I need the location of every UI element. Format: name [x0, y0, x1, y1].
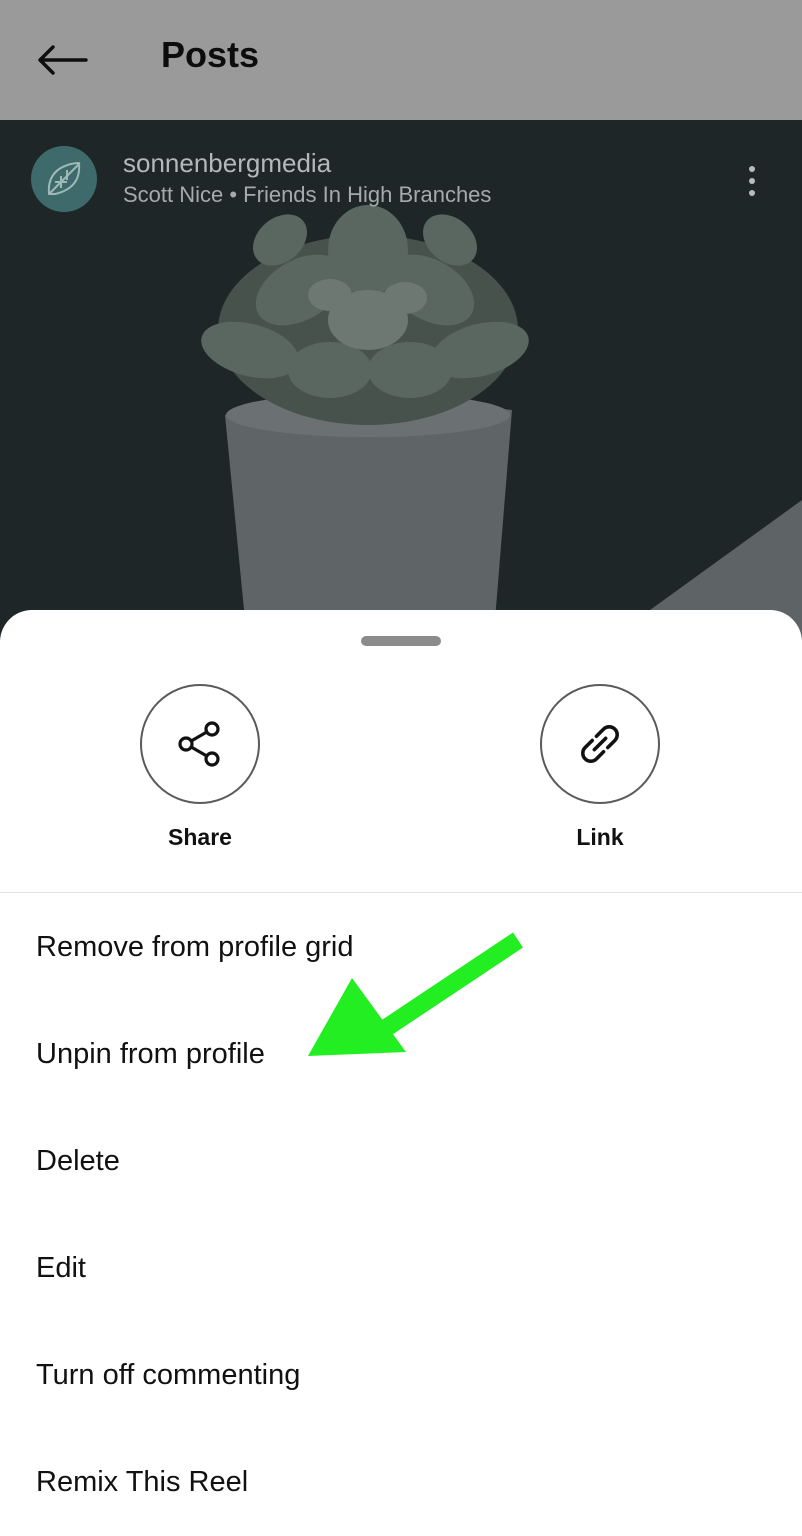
arrow-left-icon — [38, 45, 88, 75]
back-button[interactable] — [34, 36, 90, 84]
more-options-button[interactable] — [730, 156, 774, 206]
more-vertical-icon — [749, 166, 755, 172]
share-button[interactable] — [140, 684, 260, 804]
post-container: sonnenbergmedia Scott Nice • Friends In … — [0, 120, 802, 640]
share-label: Share — [168, 824, 232, 850]
share-action[interactable]: Share — [100, 684, 300, 851]
bottom-sheet: Share Link Remove from profile grid Unpi… — [0, 610, 802, 1536]
page-title: Posts — [161, 34, 260, 75]
link-label: Link — [576, 824, 624, 850]
sheet-divider — [0, 892, 802, 893]
menu-item-remove-from-profile-grid[interactable]: Remove from profile grid — [0, 894, 802, 1001]
share-icon — [178, 721, 220, 767]
options-menu: Remove from profile grid Unpin from prof… — [0, 894, 802, 1536]
menu-item-turn-off-commenting[interactable]: Turn off commenting — [0, 1322, 802, 1429]
top-app-bar: Posts — [0, 0, 802, 120]
post-header: sonnenbergmedia Scott Nice • Friends In … — [0, 120, 802, 240]
post-username[interactable]: sonnenbergmedia — [123, 148, 331, 179]
avatar[interactable] — [31, 146, 97, 212]
menu-item-delete[interactable]: Delete — [0, 1108, 802, 1215]
menu-item-edit[interactable]: Edit — [0, 1215, 802, 1322]
link-button[interactable] — [540, 684, 660, 804]
menu-item-unpin-from-profile[interactable]: Unpin from profile — [0, 1001, 802, 1108]
menu-item-remix-this-reel[interactable]: Remix This Reel — [0, 1429, 802, 1536]
post-audio-subtitle[interactable]: Scott Nice • Friends In High Branches — [123, 182, 491, 208]
link-action[interactable]: Link — [500, 684, 700, 851]
leaf-logo-icon — [47, 162, 81, 195]
link-icon — [581, 725, 619, 763]
sheet-drag-handle[interactable] — [361, 636, 441, 646]
